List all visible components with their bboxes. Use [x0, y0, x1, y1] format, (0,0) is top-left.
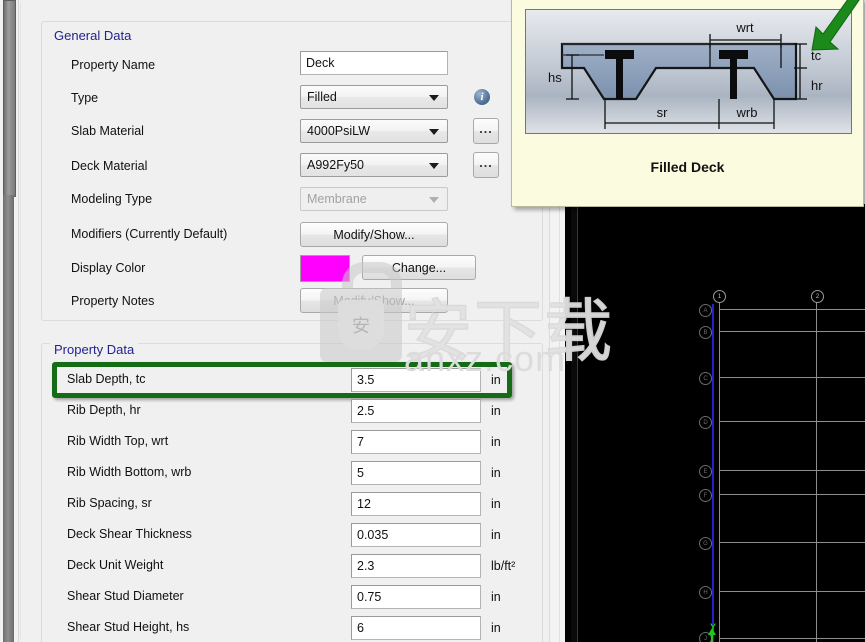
unit-deck-shear-thickness: in — [491, 528, 501, 542]
deck-type-caption: Filled Deck — [650, 159, 725, 175]
label-rib-depth: Rib Depth, hr — [67, 403, 141, 417]
label-modifiers: Modifiers (Currently Default) — [71, 227, 228, 241]
chevron-down-icon — [429, 129, 439, 135]
grid-bubble-row[interactable]: D — [699, 416, 712, 429]
unit-rib-width-top: in — [491, 435, 501, 449]
label-slab-material: Slab Material — [71, 124, 144, 138]
slab-depth-input[interactable]: 3.5 — [351, 368, 481, 392]
dim-label-sr: sr — [657, 105, 669, 120]
chevron-down-icon — [429, 95, 439, 101]
grid-bubble-row[interactable]: A — [699, 304, 712, 317]
unit-slab-depth: in — [491, 373, 501, 387]
grid-line-h — [719, 470, 865, 471]
grid-line-h — [719, 542, 865, 543]
deck-section-property-form: General Data Property Name Type Slab Mat… — [19, 0, 571, 642]
grid-line-v — [816, 296, 817, 642]
label-property-name: Property Name — [71, 58, 156, 72]
rib-depth-input[interactable]: 2.5 — [351, 399, 481, 423]
grid-line-h — [719, 331, 865, 332]
property-name-input[interactable]: Deck — [300, 51, 448, 75]
grid-bubble-row[interactable]: B — [699, 326, 712, 339]
label-shear-stud-height: Shear Stud Height, hs — [67, 620, 190, 634]
info-icon[interactable]: i — [474, 89, 490, 105]
modifiers-modify-show-button[interactable]: Modify/Show... — [300, 222, 448, 247]
dim-label-wrt: wrt — [735, 20, 754, 35]
label-slab-depth: Slab Depth, tc — [67, 372, 146, 386]
left-scrollbar[interactable] — [0, 0, 19, 642]
slab-material-browse-button[interactable]: ... — [473, 118, 499, 144]
global-axis-line — [712, 304, 714, 642]
dim-label-hs: hs — [548, 70, 562, 85]
grid-line-h — [719, 494, 865, 495]
slab-material-value: 4000PsiLW — [307, 124, 370, 138]
model-view-canvas[interactable]: 1 2 A B C D E F G H J Y — [571, 204, 865, 642]
deck-material-value: A992Fy50 — [307, 158, 364, 172]
unit-rib-spacing: in — [491, 497, 501, 511]
label-property-notes: Property Notes — [71, 294, 155, 308]
property-notes-modify-show-button[interactable]: Modify/Show... — [300, 288, 448, 313]
grid-bubble-row[interactable]: C — [699, 372, 712, 385]
dim-label-wrb: wrb — [736, 105, 758, 120]
grid-bubble-column[interactable]: 2 — [811, 290, 824, 303]
property-data-title: Property Data — [50, 342, 139, 357]
slab-material-combo[interactable]: 4000PsiLW — [300, 119, 448, 143]
grid-bubble-row[interactable]: G — [699, 537, 712, 550]
grid-line-h — [719, 309, 865, 310]
deck-material-combo[interactable]: A992Fy50 — [300, 153, 448, 177]
shear-stud-height-input[interactable]: 6 — [351, 616, 481, 640]
deck-shear-thickness-input[interactable]: 0.035 — [351, 523, 481, 547]
axis-origin-icon — [708, 628, 716, 642]
grid-line-h — [719, 638, 865, 639]
grid-line-h — [719, 421, 865, 422]
modeling-type-value: Membrane — [307, 192, 367, 206]
label-type: Type — [71, 91, 99, 105]
unit-shear-stud-diameter: in — [491, 590, 501, 604]
label-deck-shear-thickness: Deck Shear Thickness — [67, 527, 192, 541]
scrollbar-thumb-lower[interactable] — [3, 195, 14, 642]
rib-width-top-input[interactable]: 7 — [351, 430, 481, 454]
label-rib-width-top: Rib Width Top, wrt — [67, 434, 169, 448]
display-color-swatch[interactable] — [300, 255, 350, 282]
chevron-down-icon — [429, 197, 439, 203]
modeling-type-combo: Membrane — [300, 187, 448, 211]
grid-bubble-row[interactable]: H — [699, 586, 712, 599]
grid-bubble-row[interactable]: E — [699, 465, 712, 478]
chevron-down-icon — [429, 163, 439, 169]
grid-line-h — [719, 591, 865, 592]
label-deck-material: Deck Material — [71, 159, 148, 173]
label-deck-unit-weight: Deck Unit Weight — [67, 558, 164, 572]
unit-deck-unit-weight: lb/ft² — [491, 559, 516, 573]
scrollbar-thumb[interactable] — [3, 0, 16, 197]
grid-bubble-column[interactable]: 1 — [713, 290, 726, 303]
type-combo-value: Filled — [307, 90, 337, 104]
form-inner: General Data Property Name Type Slab Mat… — [20, 3, 569, 642]
deck-material-browse-button[interactable]: ... — [473, 152, 499, 178]
unit-rib-depth: in — [491, 404, 501, 418]
label-rib-spacing: Rib Spacing, sr — [67, 496, 152, 510]
shear-stud-diameter-input[interactable]: 0.75 — [351, 585, 481, 609]
screen-root: General Data Property Name Type Slab Mat… — [0, 0, 865, 642]
label-rib-width-bottom: Rib Width Bottom, wrb — [67, 465, 192, 479]
display-color-change-button[interactable]: Change... — [362, 255, 476, 280]
rib-spacing-input[interactable]: 12 — [351, 492, 481, 516]
general-data-title: General Data — [50, 28, 136, 43]
label-modeling-type: Modeling Type — [71, 192, 153, 206]
deck-unit-weight-input[interactable]: 2.3 — [351, 554, 481, 578]
dim-label-hr: hr — [811, 78, 823, 93]
label-shear-stud-diameter: Shear Stud Diameter — [67, 589, 184, 603]
model-left-edge — [571, 204, 578, 642]
label-display-color: Display Color — [71, 261, 146, 275]
rib-width-bottom-input[interactable]: 5 — [351, 461, 481, 485]
unit-rib-width-bottom: in — [491, 466, 501, 480]
grid-line-v — [719, 296, 720, 642]
annotation-arrow-icon — [811, 0, 860, 51]
grid-line-h — [719, 377, 865, 378]
unit-shear-stud-height: in — [491, 621, 501, 635]
type-combo[interactable]: Filled — [300, 85, 448, 109]
grid-bubble-row[interactable]: F — [699, 489, 712, 502]
